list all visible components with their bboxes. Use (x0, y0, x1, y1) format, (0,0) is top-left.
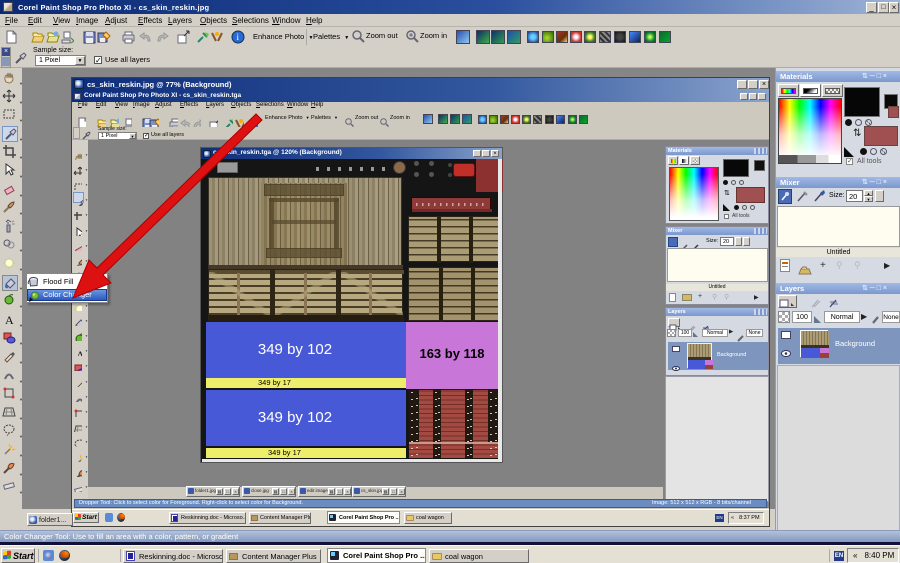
svg-text:A: A (76, 348, 82, 356)
